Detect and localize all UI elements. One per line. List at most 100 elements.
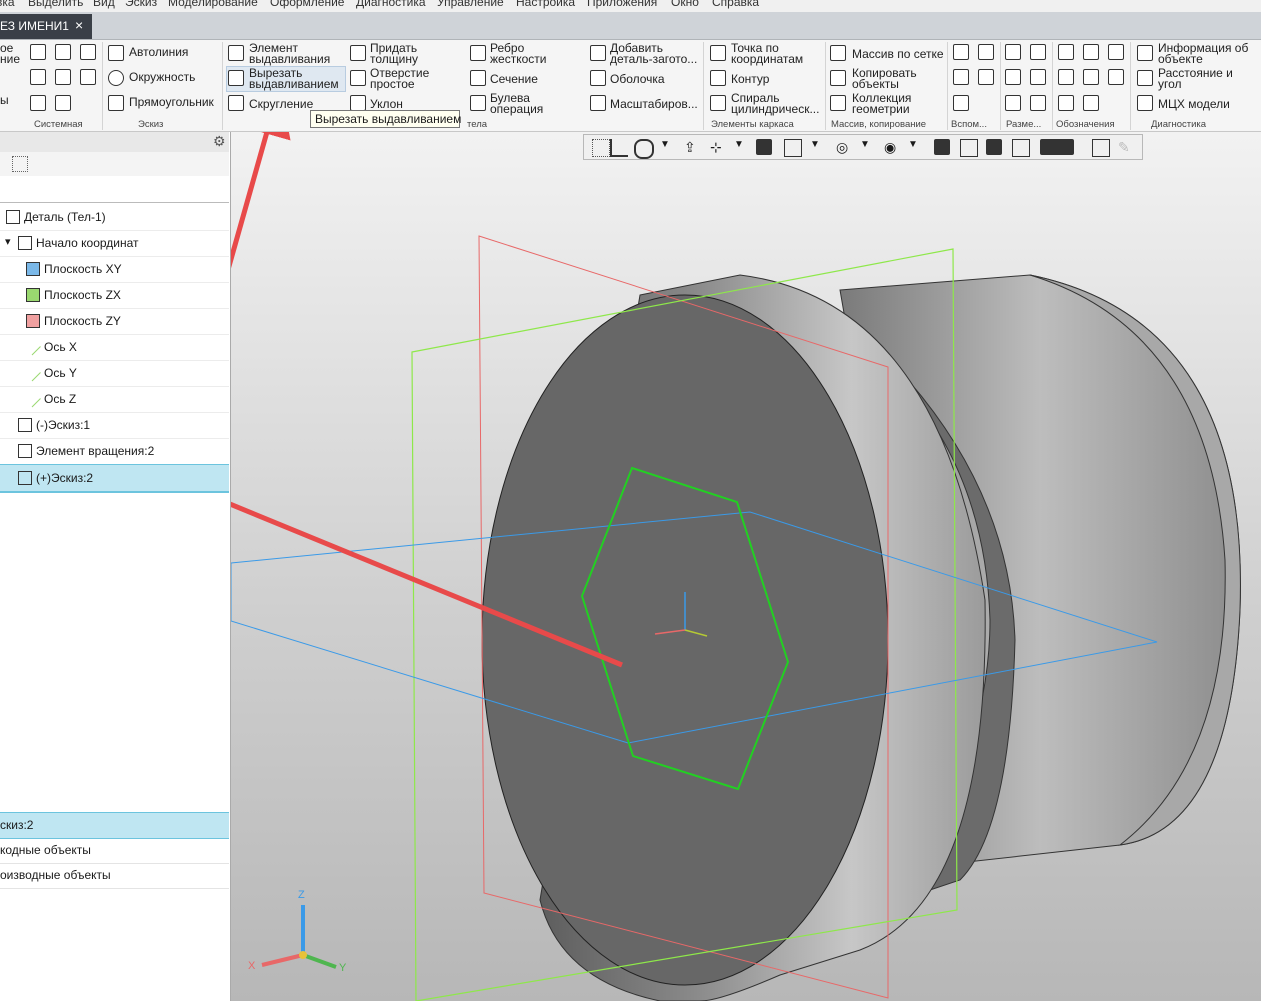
- section-icon[interactable]: [470, 70, 486, 86]
- autoline-icon[interactable]: [108, 45, 124, 61]
- 3d-viewport[interactable]: Z X Y: [231, 132, 1261, 1001]
- ribbon-button-spiral[interactable]: цилиндрическ...: [731, 103, 819, 115]
- mass-properties-icon[interactable]: [1137, 95, 1153, 111]
- contour-icon[interactable]: [710, 70, 726, 86]
- tool-icon[interactable]: [1083, 44, 1099, 60]
- shaded-view-icon[interactable]: [756, 139, 772, 155]
- ribbon-button-fillet[interactable]: Скругление: [249, 98, 313, 110]
- object-info-icon[interactable]: [1137, 45, 1153, 61]
- section-icon[interactable]: [960, 139, 978, 157]
- tool-icon[interactable]: [1108, 44, 1124, 60]
- open-folder-icon[interactable]: [55, 44, 71, 60]
- undo-icon[interactable]: [30, 95, 46, 111]
- menu-item[interactable]: Оформление: [270, 0, 344, 9]
- layers-icon[interactable]: [1012, 139, 1030, 157]
- tool-icon[interactable]: [1058, 95, 1074, 111]
- thicken-icon[interactable]: [350, 45, 366, 61]
- shell-icon[interactable]: [590, 70, 606, 86]
- menu-item[interactable]: Приложения: [587, 0, 657, 9]
- tree-item[interactable]: Элемент вращения:2: [0, 438, 229, 465]
- menu-item[interactable]: Управление: [437, 0, 504, 9]
- ribbon-button-distance-angle[interactable]: угол: [1158, 78, 1182, 90]
- tool-icon[interactable]: [978, 69, 994, 85]
- ribbon-button-extrude[interactable]: выдавливания: [249, 53, 330, 65]
- ribbon-button-boolean[interactable]: операция: [490, 103, 543, 115]
- boolean-icon[interactable]: [470, 95, 486, 111]
- hole-icon[interactable]: [350, 70, 366, 86]
- ribbon-button-add-part[interactable]: деталь-загото...: [610, 53, 697, 65]
- ribbon-button-draft[interactable]: Уклон: [370, 98, 403, 110]
- tool-icon[interactable]: [953, 95, 969, 111]
- tree-item[interactable]: Плоскость XY: [0, 256, 229, 283]
- menu-item[interactable]: Выделить: [28, 0, 83, 9]
- copy-objects-icon[interactable]: [830, 70, 846, 86]
- tree-item[interactable]: (-)Эскиз:1: [0, 412, 229, 439]
- tool-icon[interactable]: [1030, 95, 1046, 111]
- point-by-coords-icon[interactable]: [710, 45, 726, 61]
- menu-item[interactable]: Эскиз: [125, 0, 157, 9]
- tree-item[interactable]: Ось Y: [0, 360, 229, 387]
- tree-item[interactable]: ▾ Начало координат: [0, 230, 229, 257]
- ribbon-button-cut-extrude[interactable]: выдавливанием: [249, 78, 339, 90]
- tree-item[interactable]: Ось Z: [0, 386, 229, 413]
- tool-icon[interactable]: [953, 69, 969, 85]
- tool-icon[interactable]: [1030, 69, 1046, 85]
- distance-angle-icon[interactable]: [1137, 70, 1153, 86]
- grid-array-icon[interactable]: [830, 45, 846, 61]
- tool-icon[interactable]: [1083, 95, 1099, 111]
- fillet-icon[interactable]: [228, 95, 244, 111]
- menu-item[interactable]: Окно: [671, 0, 699, 9]
- spiral-icon[interactable]: [710, 95, 726, 111]
- ribbon-button-circle[interactable]: Окружность: [129, 71, 195, 83]
- pan-icon[interactable]: ⇪: [684, 139, 700, 155]
- tool-icon[interactable]: [978, 44, 994, 60]
- redo-icon[interactable]: [55, 95, 71, 111]
- add-part-icon[interactable]: [590, 45, 606, 61]
- ribbon-button-thicken[interactable]: толщину: [370, 53, 418, 65]
- chevron-down-icon[interactable]: ▼: [660, 139, 676, 155]
- rectangle-icon[interactable]: [108, 95, 124, 111]
- orientation-icon[interactable]: ⊹: [710, 139, 726, 155]
- circle-icon[interactable]: [108, 70, 124, 86]
- wireframe-icon[interactable]: [784, 139, 802, 157]
- tool-icon[interactable]: [1005, 95, 1021, 111]
- menu-item[interactable]: Справка: [712, 0, 759, 9]
- camera-icon[interactable]: ◉: [884, 139, 900, 155]
- ribbon-button-section[interactable]: Сечение: [490, 73, 538, 85]
- draft-icon[interactable]: [350, 95, 366, 111]
- tree-item[interactable]: Плоскость ZX: [0, 282, 229, 309]
- properties-icon[interactable]: [80, 69, 96, 85]
- tool-icon[interactable]: [1005, 69, 1021, 85]
- rib-icon[interactable]: [470, 45, 486, 61]
- hide-icon[interactable]: ◎: [836, 139, 852, 155]
- display-icon[interactable]: [986, 139, 1002, 155]
- ribbon-button-geometry-collection[interactable]: геометрии: [852, 103, 910, 115]
- tree-item[interactable]: Ось X: [0, 334, 229, 361]
- preview-icon[interactable]: [55, 69, 71, 85]
- tree-item[interactable]: Деталь (Тел-1): [0, 204, 229, 231]
- grid-icon[interactable]: [592, 139, 610, 157]
- properties-row[interactable]: кодные объекты: [0, 838, 229, 864]
- measure-icon[interactable]: [1092, 139, 1110, 157]
- menu-item[interactable]: Настройка: [516, 0, 575, 9]
- menu-item[interactable]: вка: [0, 0, 15, 9]
- geometry-collection-icon[interactable]: [830, 95, 846, 111]
- chevron-down-icon[interactable]: ▾: [5, 235, 11, 248]
- properties-row[interactable]: оизводные объекты: [0, 863, 229, 889]
- tool-icon[interactable]: [1108, 69, 1124, 85]
- tool-icon[interactable]: [1058, 44, 1074, 60]
- ribbon-button-autoline[interactable]: Автолиния: [129, 46, 188, 58]
- properties-title-row[interactable]: скиз:2: [0, 812, 229, 839]
- scale-icon[interactable]: [590, 95, 606, 111]
- ribbon-button-copy-objects[interactable]: объекты: [852, 78, 899, 90]
- tool-icon[interactable]: [1083, 69, 1099, 85]
- new-file-icon[interactable]: [30, 44, 46, 60]
- gear-icon[interactable]: ⚙: [213, 133, 226, 150]
- zoom-icon[interactable]: [634, 139, 654, 159]
- save-icon[interactable]: [80, 44, 96, 60]
- snap-icon[interactable]: [934, 139, 950, 155]
- tool-icon[interactable]: [1058, 69, 1074, 85]
- tool-icon[interactable]: [1005, 44, 1021, 60]
- document-tab[interactable]: ЕЗ ИМЕНИ1 ×: [0, 14, 92, 39]
- filter-icon[interactable]: [12, 156, 28, 172]
